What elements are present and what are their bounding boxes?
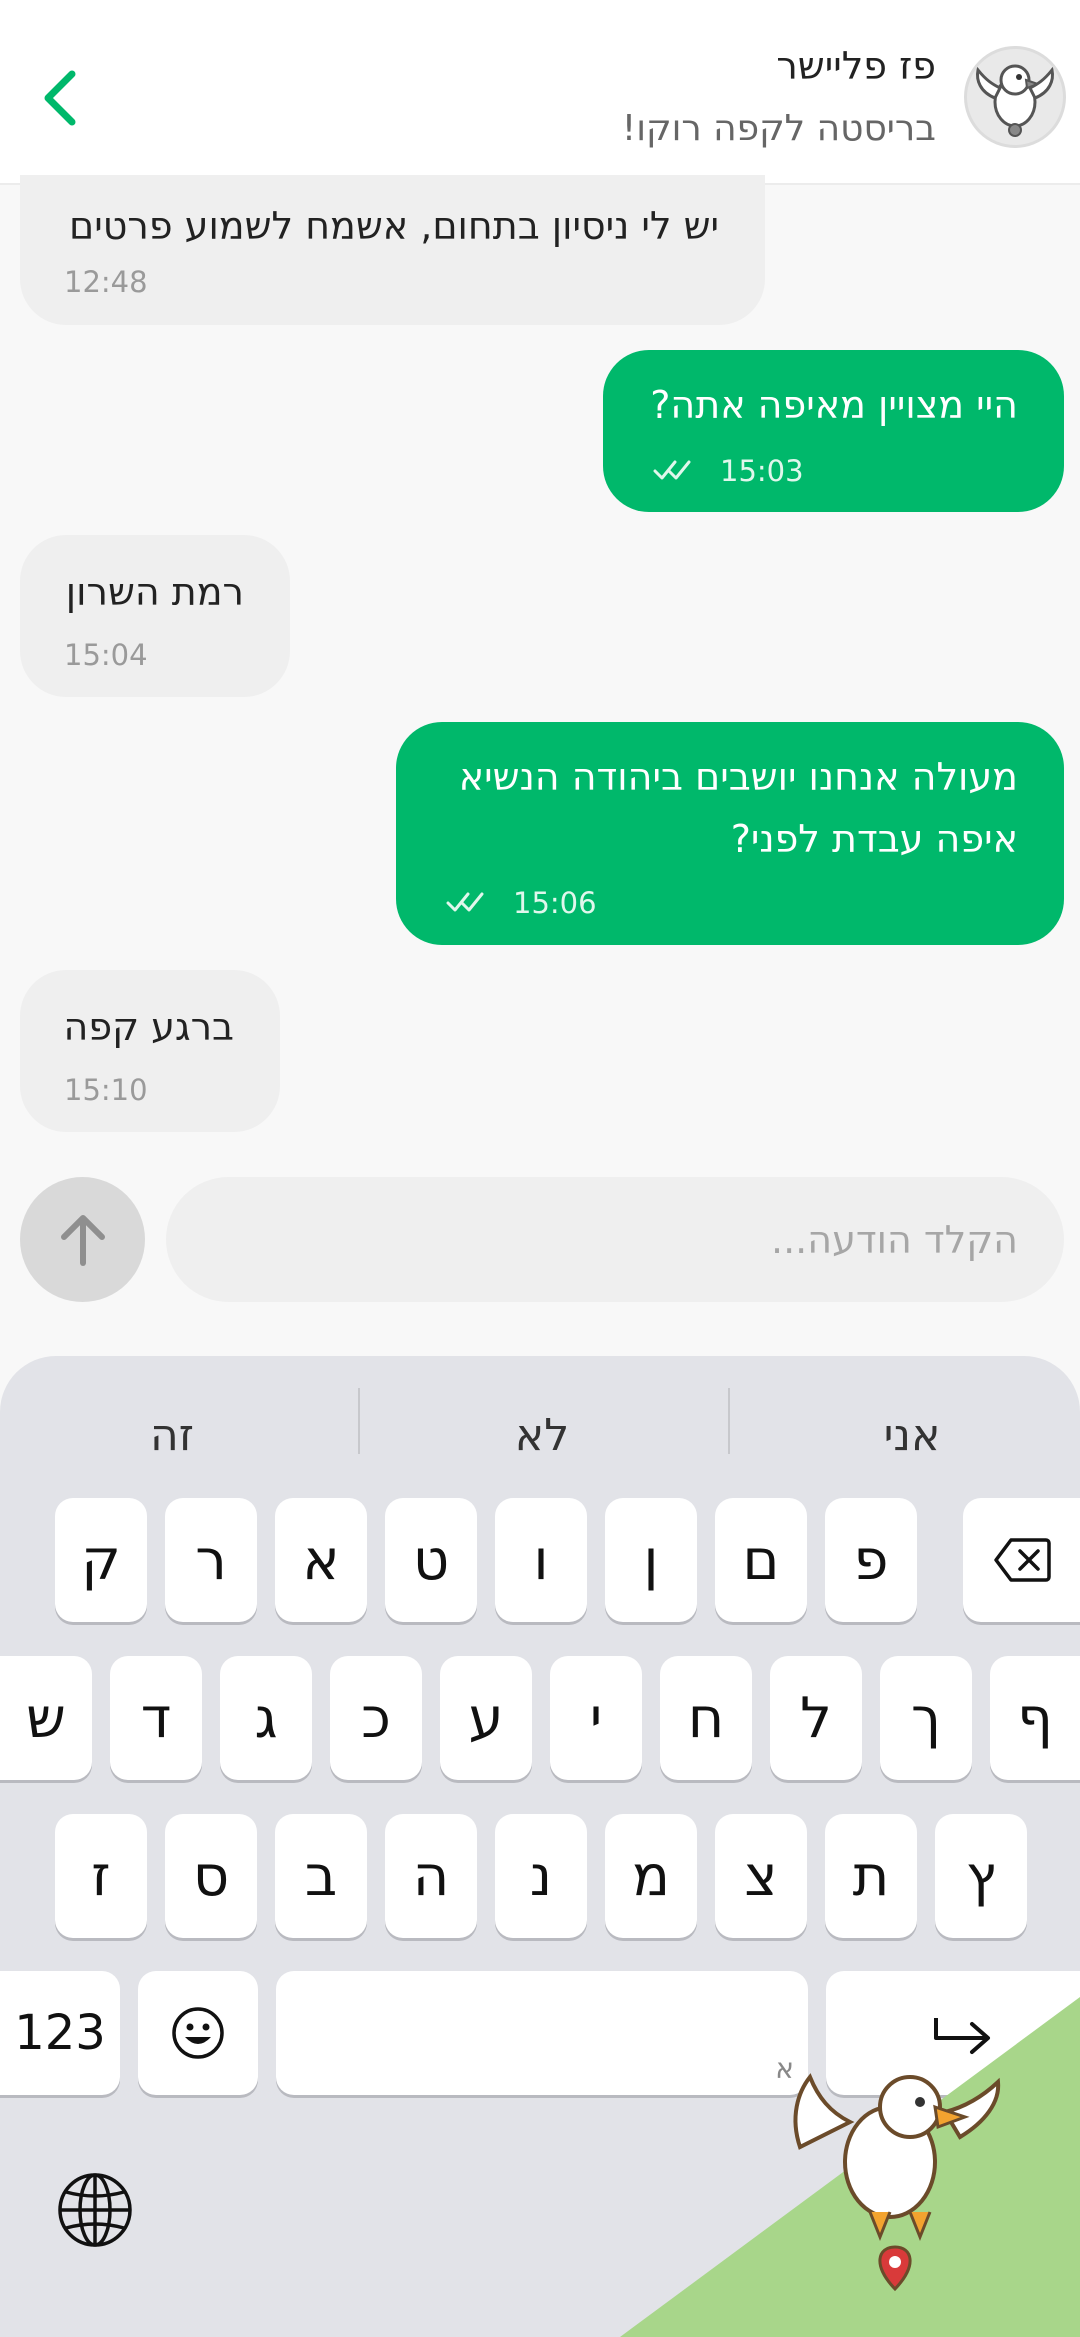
key[interactable]: ס bbox=[165, 1814, 257, 1938]
key[interactable]: ת bbox=[825, 1814, 917, 1938]
key[interactable]: ה bbox=[385, 1814, 477, 1938]
key[interactable]: ו bbox=[495, 1498, 587, 1622]
eagle-mascot-icon bbox=[976, 64, 1054, 137]
message-incoming[interactable]: רמת השרון 15:04 bbox=[20, 535, 290, 697]
suggestion-3[interactable]: זה bbox=[22, 1396, 322, 1476]
key[interactable]: ל bbox=[770, 1656, 862, 1780]
back-button[interactable] bbox=[28, 58, 92, 138]
chevron-left-icon bbox=[44, 70, 76, 126]
suggestion-1[interactable]: אני bbox=[762, 1396, 1062, 1476]
key[interactable]: ך bbox=[880, 1656, 972, 1780]
chat-header: פז פליישר בריסטה לקפה רוקו! bbox=[0, 0, 1080, 185]
message-text: היי מצויין מאיפה אתה? bbox=[650, 383, 1018, 427]
key[interactable]: ע bbox=[440, 1656, 532, 1780]
keyboard: אני לא זה ק ר א ט ו ן ם פ ש ד ג כ ע י ח … bbox=[0, 1356, 1080, 2337]
avatar[interactable] bbox=[964, 46, 1066, 148]
message-input[interactable] bbox=[166, 1177, 1064, 1302]
key[interactable]: א bbox=[275, 1498, 367, 1622]
key[interactable]: ג bbox=[220, 1656, 312, 1780]
suggestion-2[interactable]: לא bbox=[392, 1396, 692, 1476]
suggestion-divider bbox=[728, 1388, 730, 1454]
double-check-icon bbox=[446, 892, 484, 912]
suggestion-divider bbox=[358, 1388, 360, 1454]
key[interactable]: ט bbox=[385, 1498, 477, 1622]
key[interactable]: ק bbox=[55, 1498, 147, 1622]
message-time: 15:03 bbox=[720, 454, 804, 488]
smiley-icon bbox=[172, 2007, 224, 2059]
message-text: רמת השרון bbox=[65, 570, 244, 614]
globe-icon[interactable] bbox=[56, 2171, 134, 2249]
key[interactable]: ש bbox=[0, 1656, 92, 1780]
key[interactable]: ר bbox=[165, 1498, 257, 1622]
arrow-up-icon bbox=[60, 1214, 105, 1266]
send-button[interactable] bbox=[20, 1177, 145, 1302]
message-time: 15:10 bbox=[64, 1073, 148, 1107]
key[interactable]: ד bbox=[110, 1656, 202, 1780]
key[interactable]: כ bbox=[330, 1656, 422, 1780]
contact-name[interactable]: פז פליישר bbox=[776, 44, 936, 88]
message-time: 12:48 bbox=[64, 265, 148, 299]
key[interactable]: נ bbox=[495, 1814, 587, 1938]
message-text-line-1: מעולה אנחנו יושבים ביהודה הנשיא bbox=[458, 755, 1018, 799]
key[interactable]: ז bbox=[55, 1814, 147, 1938]
backspace-key[interactable] bbox=[963, 1498, 1080, 1622]
double-check-icon bbox=[653, 460, 691, 480]
key[interactable]: ח bbox=[660, 1656, 752, 1780]
message-incoming[interactable]: יש לי ניסיון בתחום, אשמח לשמוע פרטים 12:… bbox=[20, 175, 765, 325]
key[interactable]: ב bbox=[275, 1814, 367, 1938]
key[interactable]: ן bbox=[605, 1498, 697, 1622]
key[interactable]: ם bbox=[715, 1498, 807, 1622]
key[interactable]: צ bbox=[715, 1814, 807, 1938]
key[interactable]: מ bbox=[605, 1814, 697, 1938]
key[interactable]: ץ bbox=[935, 1814, 1027, 1938]
numbers-key[interactable]: 123 bbox=[0, 1971, 120, 2095]
key[interactable]: פ bbox=[825, 1498, 917, 1622]
backspace-icon bbox=[993, 1538, 1051, 1582]
message-text: ברגע קפה bbox=[63, 1005, 234, 1049]
message-text-line-2: איפה עבדת לפני? bbox=[730, 817, 1018, 861]
emoji-key[interactable] bbox=[138, 1971, 258, 2095]
message-time: 15:04 bbox=[64, 638, 148, 672]
message-outgoing[interactable]: היי מצויין מאיפה אתה? 15:03 bbox=[603, 350, 1064, 512]
key[interactable]: י bbox=[550, 1656, 642, 1780]
message-incoming[interactable]: ברגע קפה 15:10 bbox=[20, 970, 280, 1132]
message-outgoing[interactable]: מעולה אנחנו יושבים ביהודה הנשיא איפה עבד… bbox=[396, 722, 1064, 945]
mascot-corner-decoration bbox=[620, 1997, 1080, 2337]
message-time: 15:06 bbox=[513, 886, 597, 920]
contact-status: בריסטה לקפה רוקו! bbox=[621, 108, 936, 149]
message-text: יש לי ניסיון בתחום, אשמח לשמוע פרטים bbox=[69, 204, 719, 248]
key[interactable]: ף bbox=[990, 1656, 1080, 1780]
